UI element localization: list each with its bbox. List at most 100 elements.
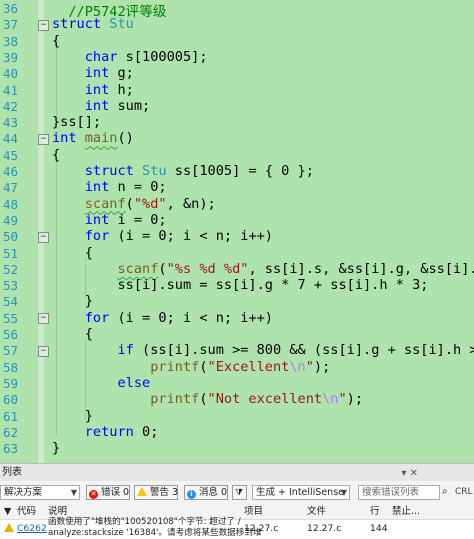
code-line: scanf("%s %d %d", ss[i].s, &ss[i].g, &ss… [117,260,474,277]
column-line[interactable]: 行 [370,504,380,519]
panel-title: 列表 [2,467,22,478]
scope-dropdown-label: 解决方案 [4,487,43,498]
warning-icon [4,523,14,532]
code-line: return 0; [84,423,159,440]
line-number: 54 [2,294,18,310]
panel-title-bar: 列表 ▾ ✕ [0,464,474,481]
line-number: 63 [2,441,18,457]
error-code-link[interactable]: C6262 [17,523,47,534]
chevron-down-icon: ▼ [70,488,77,497]
error-list-toolbar: 解决方案 ▼ ✕ 错误 0 警告 3 i 消息 0 ⧩ 生成 + IntelliSe… [0,482,474,504]
code-line: scanf("%d", &n); [84,195,216,212]
sort-icon: ▼ [4,506,12,517]
messages-label: 消息 0 [199,487,228,498]
line-number: 52 [2,261,18,277]
line-number: 47 [2,180,18,196]
search-icon[interactable]: ⌕ [442,486,448,497]
code-line: int i = 0; [84,211,167,228]
code-line: else [117,374,151,391]
code-line: for (i = 0; i < n; i++) [84,228,273,245]
fold-toggle[interactable]: − [38,313,49,324]
search-placeholder: 搜索错误列表 [362,487,420,498]
line-number: 48 [2,196,18,212]
right-edge-text: CRL [455,487,473,497]
line-number: 50 [2,229,18,245]
line-number: 46 [2,164,18,179]
code-line: } [52,440,61,457]
code-line: } [52,407,93,424]
line-number: 55 [2,310,18,326]
warnings-label: 警告 3 [150,487,179,498]
code-line: for (i = 0; i < n; i++) [84,309,273,326]
line-number: 61 [2,408,18,424]
code-line: int g; [84,65,134,82]
build-filter-dropdown[interactable]: 生成 + IntelliSense ▼ [252,485,350,500]
line-number: 62 [2,424,18,440]
line-number: 57 [2,343,18,359]
code-line: int h; [84,81,134,98]
column-file[interactable]: 文件 [307,504,326,519]
code-line: int n = 0; [84,179,167,196]
warnings-filter-button[interactable]: 警告 3 [134,485,178,500]
line-number: 37 [2,17,18,33]
line-number: 42 [2,98,18,114]
messages-filter-button[interactable]: i 消息 0 [184,485,228,500]
line-number: 45 [2,147,18,163]
info-icon: i [187,490,196,499]
code-line: int sum; [84,97,151,114]
line-number: 51 [2,245,18,261]
code-line: } [52,293,93,310]
line-number: 44 [2,131,18,147]
column-suppress[interactable]: 禁止... [392,504,420,519]
error-icon: ✕ [89,490,98,499]
line-number: 43 [2,115,18,131]
error-line: 144 [370,523,388,534]
code-line: printf("Excellent\n"); [150,358,331,375]
line-number-gutter: 36 37 38 39 40 41 42 43 44 45 46 47 48 49 50 51 52 53 54 55… [0,0,38,463]
code-line: int main() [52,130,134,147]
code-line: struct Stu [52,16,134,33]
errors-label: 错误 0 [101,487,130,498]
code-line: { [52,326,93,342]
code-line: if (ss[i].sum >= 800 && (ss[i].g + ss[i]… [117,342,474,359]
filter-toggle-button[interactable]: ⧩ [232,485,247,500]
fold-toggle[interactable]: − [38,134,49,145]
error-description-line: 函数使用了"堆栈的"100520108"个字节: 超过了 / [48,517,241,527]
fold-toggle[interactable]: − [38,232,49,243]
error-description-line: analyze:stacksize '16384'。请考虑将某些数据移到堆 [48,528,262,538]
error-description: 函数使用了"堆栈的"100520108"个字节: 超过了 / analyze:s… [48,517,262,539]
line-number: 39 [2,49,18,65]
line-number: 60 [2,392,18,408]
build-filter-label: 生成 + IntelliSense [256,487,345,498]
fold-toggle[interactable]: − [38,346,49,357]
table-row[interactable]: C6262 函数使用了"堆栈的"100520108"个字节: 超过了 / ana… [0,517,474,539]
line-number: 40 [2,66,18,82]
chevron-down-icon: ▼ [340,488,347,497]
filter-icon: ⧩ [235,488,244,498]
line-number: 38 [2,33,18,49]
column-code[interactable]: 代码 [17,504,36,519]
line-number: 59 [2,375,18,391]
error-project: 12.27.c [244,523,279,534]
line-number: 56 [2,327,18,342]
code-line: { [52,32,61,49]
error-list-panel: 列表 ▾ ✕ 解决方案 ▼ ✕ 错误 0 警告 3 i 消息 0 ⧩ 生成 + In… [0,463,474,539]
code-line: printf("Not excellent\n"); [150,391,364,408]
code-line: ss[i].sum = ss[i].g * 7 + ss[i].h * 3; [52,277,429,294]
code-line: struct Stu ss[1005] = { 0 }; [84,163,314,179]
line-number: 41 [2,82,18,98]
fold-toggle[interactable]: − [38,20,49,31]
search-input[interactable]: 搜索错误列表 [358,485,440,500]
code-line: { [52,146,61,163]
code-line: }ss[]; [52,114,102,131]
close-icon[interactable]: ▾ ✕ [401,465,418,482]
line-number: 36 [2,1,18,16]
line-number: 53 [2,278,18,294]
code-editor[interactable]: 36 37 38 39 40 41 42 43 44 45 46 47 48 49 50 51 52 53 54 55… [0,0,474,463]
line-number: 49 [2,212,18,228]
scope-dropdown[interactable]: 解决方案 ▼ [0,485,80,500]
warning-icon [137,487,147,496]
errors-filter-button[interactable]: ✕ 错误 0 [86,485,130,500]
code-line: char s[100005]; [84,48,208,65]
line-number: 58 [2,359,18,375]
